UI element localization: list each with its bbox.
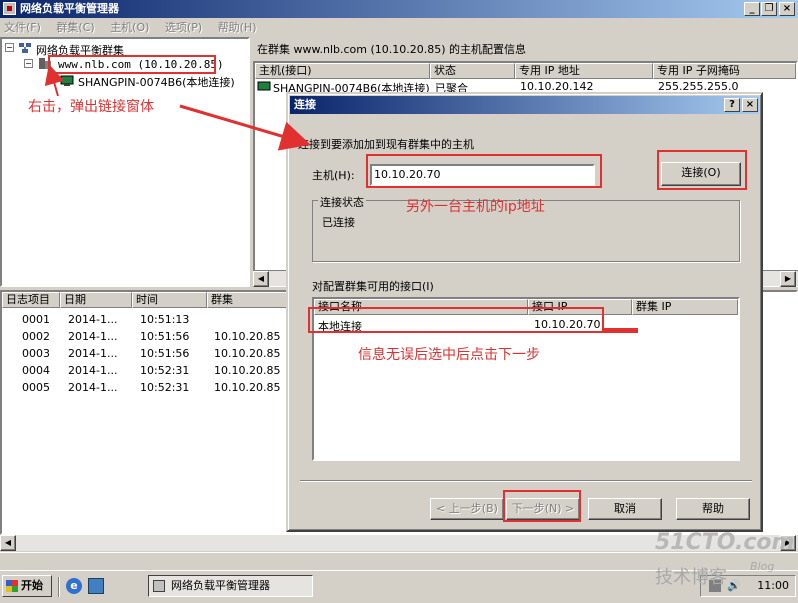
arrow-to-dialog [179,104,311,151]
annotation-arrows [44,64,311,151]
arrow-to-cluster [44,64,65,97]
